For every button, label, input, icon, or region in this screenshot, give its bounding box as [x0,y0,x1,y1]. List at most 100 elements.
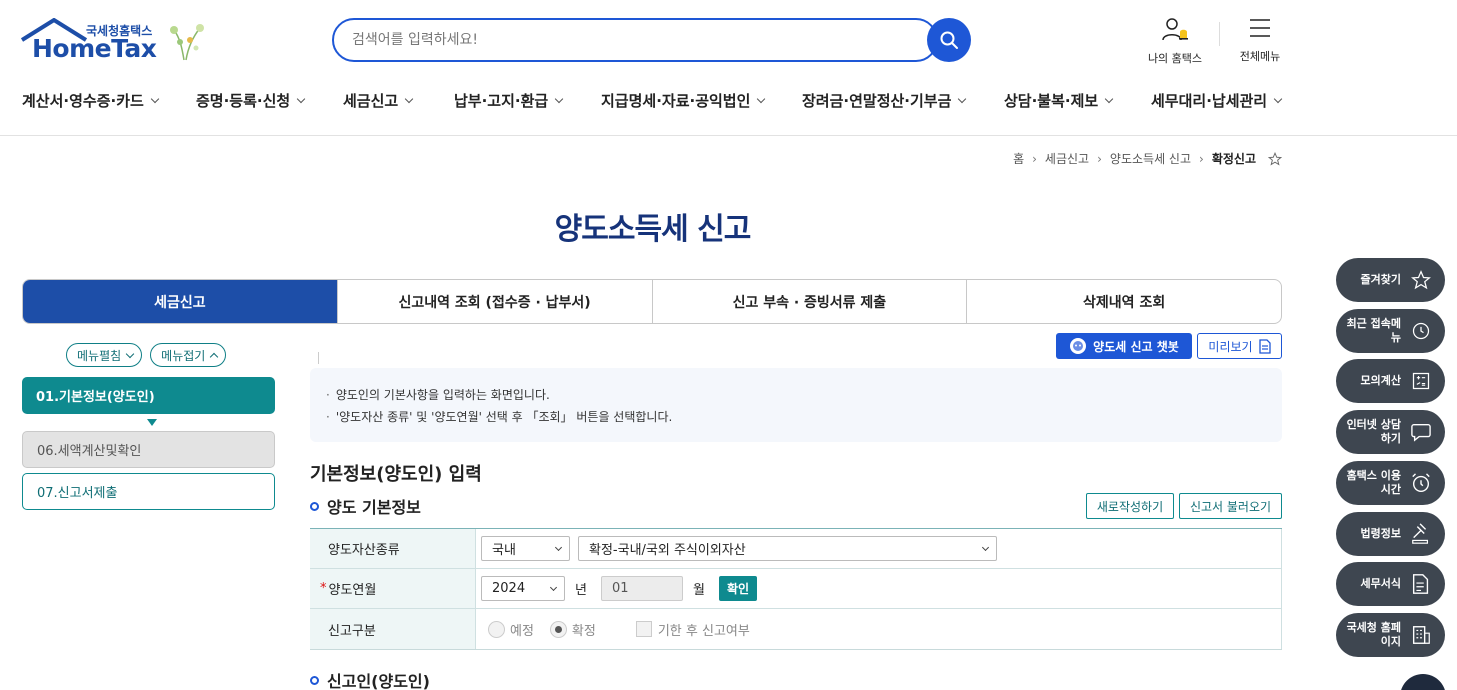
step-arrow-icon [147,419,157,426]
quick-label: 법령정보 [1360,527,1401,540]
form-row: * 양도연월 2024 년 01 월 확인 [310,569,1282,609]
report-type-label: 신고구분 [310,609,476,649]
chevron-up-icon [210,352,219,361]
tab-deleted-history[interactable]: 삭제내역 조회 [966,280,1281,323]
header-divider [1219,22,1220,46]
chatbot-button[interactable]: 양도세 신고 챗봇 [1056,333,1192,359]
bullet-icon [310,675,319,685]
global-nav: 계산서·영수증·카드 증명·등록·신청 세금신고 납부·고지·환급 지급명세·자… [0,80,1457,136]
breadcrumb-item[interactable]: 세금신고 [1045,150,1089,167]
tab-attachments[interactable]: 신고 부속 · 증빙서류 제출 [651,280,967,323]
chevron-down-icon [1104,94,1114,103]
gnb-label: 납부·고지·환급 [454,92,549,110]
favorite-star-icon[interactable] [1268,151,1282,166]
breadcrumb-item[interactable]: 양도소득세 신고 [1110,150,1191,167]
breadcrumb: 홈 › 세금신고 › 양도소득세 신고 › 확정신고 [1007,150,1282,167]
breadcrumb-home[interactable]: 홈 [1013,150,1024,167]
menu-collapse-button[interactable]: 메뉴접기 [150,343,227,367]
tab-bar: 세금신고 신고내역 조회 (접수증 · 납부서) 신고 부속 · 증빙서류 제출… [22,279,1282,324]
user-bell-icon [1162,18,1188,41]
chevron-right-icon: › [1097,151,1102,166]
quick-label: 국세청 홈페이지 [1346,621,1401,648]
building-icon [1412,626,1430,644]
logo-text: HomeTax [32,34,157,63]
search-input[interactable] [352,20,912,60]
gnb-item-payment[interactable]: 납부·고지·환급 [454,90,564,111]
gnb-label: 상담·불복·제보 [1004,92,1099,110]
preview-label: 미리보기 [1208,339,1253,354]
gnb-label: 지급명세·자료·공익법인 [601,92,751,110]
step-basic-info[interactable]: 01.기본정보(양도인) [22,377,275,414]
subsection-title: 양도 기본정보 [310,494,421,518]
hometax-logo[interactable]: 국세청홈택스 HomeTax [20,18,210,66]
quick-tax-forms[interactable]: 세무서식 [1336,562,1445,606]
document-icon [1412,574,1429,594]
scroll-top-button[interactable] [1400,674,1446,690]
document-icon [1258,338,1271,354]
chevron-down-icon [404,94,414,103]
quick-nts-homepage[interactable]: 국세청 홈페이지 [1336,613,1445,657]
gnb-item-consulting[interactable]: 상담·불복·제보 [1004,90,1114,111]
gnb-item-incentives[interactable]: 장려금·연말정산·기부금 [802,90,967,111]
asset-region-select[interactable]: 국내 [481,536,570,561]
search-button[interactable] [927,18,971,62]
chevron-down-icon [981,543,990,551]
quick-service-hours[interactable]: 홈택스 이용시간 [1336,461,1445,505]
chatbot-icon [1070,338,1087,354]
quick-recent[interactable]: 최근 접속메뉴 [1336,309,1445,353]
menu-expand-button[interactable]: 메뉴펼침 [66,343,143,367]
tab-report-history[interactable]: 신고내역 조회 (접수증 · 납부서) [336,280,652,323]
tab-tax-report[interactable]: 세금신고 [23,280,337,323]
preview-button[interactable]: 미리보기 [1197,333,1282,359]
month-field[interactable]: 01 [600,576,683,601]
gnb-item-certificates[interactable]: 증명·등록·신청 [196,90,306,111]
radio-planned-label: 예정 [510,623,534,639]
gavel-icon [1412,523,1429,544]
confirm-button[interactable]: 확인 [718,576,758,601]
year-unit: 년 [575,583,587,598]
step-submit[interactable]: 07.신고서제출 [22,473,275,510]
load-report-button[interactable]: 신고서 불러오기 [1179,493,1282,519]
gnb-item-tax-agent[interactable]: 세무대리·납세관리 [1151,90,1283,111]
quick-favorites[interactable]: 즐겨찾기 [1336,258,1445,302]
quick-consult[interactable]: 인터넷 상담하기 [1336,410,1445,454]
info-line: 양도인의 기본사항을 입력하는 화면입니다. [326,384,1282,406]
chevron-down-icon [1273,94,1283,103]
chat-icon [1411,424,1431,442]
chevron-down-icon [296,94,306,103]
subsection-title: 신고인(양도인) [310,668,430,690]
quick-law-info[interactable]: 법령정보 [1336,512,1445,556]
all-menu-button[interactable]: 전체메뉴 [1230,16,1290,64]
menu-toggle-group: 메뉴펼침 메뉴접기 [66,343,227,367]
form-row: 신고구분 예정 확정 기한 후 신고여부 [310,609,1282,649]
info-box: 양도인의 기본사항을 입력하는 화면입니다. '양도자산 종류' 및 '양도연월… [310,368,1282,442]
gnb-item-tax-report[interactable]: 세금신고 [343,90,414,111]
my-hometax-button[interactable]: 나의 홈택스 [1140,16,1210,66]
new-write-button[interactable]: 새로작성하기 [1086,493,1174,519]
quick-calculator[interactable]: 모의계산 [1336,359,1445,403]
radio-button-selected [549,620,567,638]
all-menu-label: 전체메뉴 [1239,50,1281,63]
my-hometax-label: 나의 홈택스 [1147,52,1203,65]
quick-label: 모의계산 [1360,374,1401,387]
radio-final[interactable]: 확정 [549,620,596,639]
after-deadline-checkbox[interactable]: 기한 후 신고여부 [635,620,750,639]
chevron-down-icon [150,94,160,103]
step-tax-calc[interactable]: 06.세액계산및확인 [22,431,275,468]
year-select[interactable]: 2024 [481,576,565,601]
quick-label: 즐겨찾기 [1360,273,1401,286]
asset-region-value: 국내 [492,543,516,558]
page-title: 양도소득세 신고 [554,212,752,247]
asset-kind-select[interactable]: 확정-국내/국외 주식이외자산 [578,536,997,561]
chevron-right-icon: › [1199,151,1204,166]
quick-label: 세무서식 [1360,577,1401,590]
plant-icon [170,24,204,61]
chatbot-label: 양도세 신고 챗봇 [1093,339,1179,354]
gnb-item-receipts[interactable]: 계산서·영수증·카드 [22,90,160,111]
radio-planned[interactable]: 예정 [488,620,534,639]
search-box[interactable] [332,18,938,62]
hamburger-icon [1250,19,1270,37]
chevron-down-icon [554,543,563,551]
section-title: 기본정보(양도인) 입력 [310,464,482,485]
gnb-item-payment-statement[interactable]: 지급명세·자료·공익법인 [601,90,766,111]
